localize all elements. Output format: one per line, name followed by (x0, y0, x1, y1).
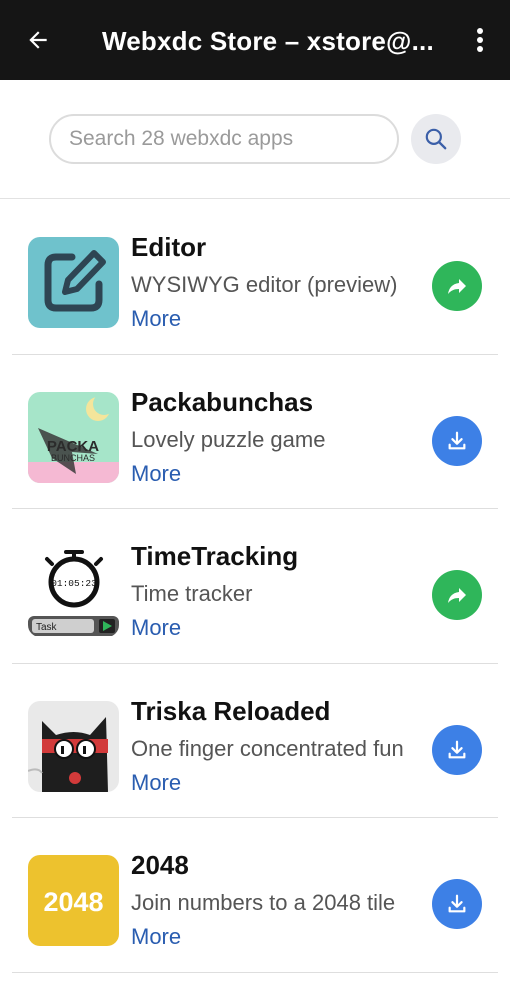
more-link[interactable]: More (131, 770, 181, 796)
task-label-text: Task (36, 622, 58, 633)
app-list: Editor WYSIWYG editor (preview) More PAC… (0, 200, 510, 973)
search-bar (0, 80, 510, 199)
search-button[interactable] (411, 114, 461, 164)
download-icon (448, 740, 466, 758)
app-name: TimeTracking (131, 541, 299, 571)
app-description: WYSIWYG editor (preview) (131, 272, 398, 297)
arrow-back-icon (29, 31, 47, 49)
list-item[interactable]: 2048 2048 Join numbers to a 2048 tile Mo… (0, 818, 510, 973)
list-item[interactable]: Triska Reloaded One finger concentrated … (0, 664, 510, 818)
open-app-button[interactable] (432, 261, 482, 311)
list-item[interactable]: Editor WYSIWYG editor (preview) More (0, 200, 510, 355)
app-description: Join numbers to a 2048 tile (131, 890, 396, 915)
share-arrow-icon (448, 279, 466, 294)
search-icon (425, 128, 447, 150)
list-item[interactable]: 01:05:23 Task TimeTracking Time tracker … (0, 509, 510, 664)
app-description: Lovely puzzle game (131, 426, 326, 452)
packabunchas-app-icon: PACKA BUNCHAS (28, 391, 119, 483)
app-description: Time tracker (131, 581, 253, 606)
2048-logo-text: 2048 (43, 887, 103, 917)
page-title: Webxdc Store – xstore@... (102, 26, 434, 56)
download-icon (448, 431, 466, 449)
open-app-button[interactable] (432, 570, 482, 620)
list-item[interactable]: PACKA BUNCHAS Packabunchas Lovely puzzle… (0, 355, 510, 509)
download-icon (448, 894, 466, 913)
back-button[interactable] (18, 22, 58, 58)
app-description: One finger concentrated fun (131, 735, 404, 761)
more-link[interactable]: More (131, 924, 181, 950)
more-link[interactable]: More (131, 615, 181, 641)
download-app-button[interactable] (432, 415, 482, 466)
overflow-menu-button[interactable] (468, 22, 492, 58)
more-vert-icon (477, 28, 483, 52)
editor-app-icon (28, 237, 119, 328)
packabunchas-logo-subtext: BUNCHAS (51, 453, 95, 463)
more-link[interactable]: More (131, 461, 181, 487)
share-arrow-icon (448, 588, 466, 603)
divider (12, 971, 498, 973)
app-name: 2048 (131, 850, 189, 880)
app-name: Packabunchas (131, 386, 314, 417)
download-app-button[interactable] (432, 879, 482, 929)
app-name: Editor (131, 232, 207, 262)
2048-app-icon: 2048 (28, 855, 119, 946)
timetracking-app-icon: 01:05:23 Task (28, 546, 119, 637)
triska-reloaded-app-icon (28, 700, 119, 792)
download-app-button[interactable] (432, 724, 482, 775)
app-bar: Webxdc Store – xstore@... (0, 0, 510, 80)
app-name: Triska Reloaded (131, 695, 331, 726)
search-input[interactable] (49, 114, 399, 164)
more-link[interactable]: More (131, 306, 181, 332)
stopwatch-time-text: 01:05:23 (51, 578, 97, 589)
